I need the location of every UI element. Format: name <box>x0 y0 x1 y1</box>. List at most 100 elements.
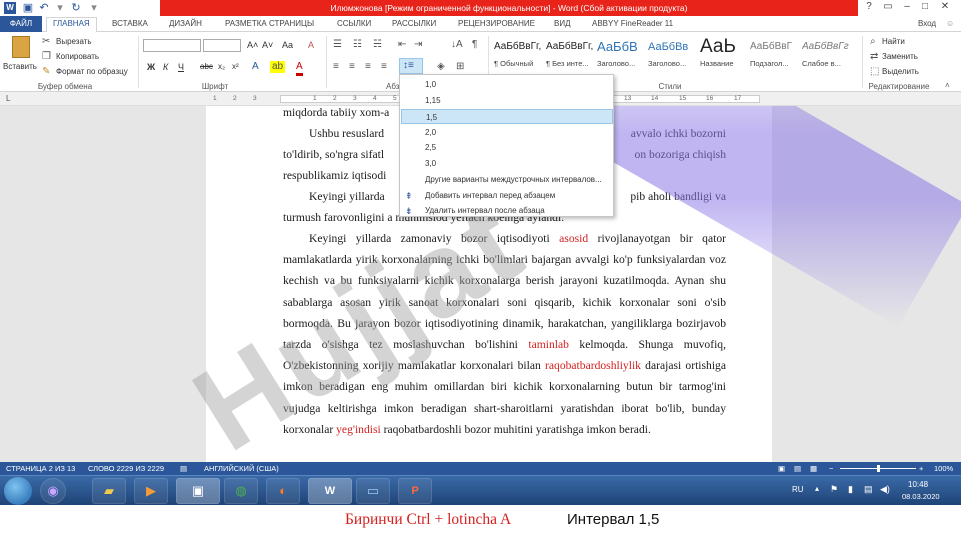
customize-qat-icon[interactable]: ▾ <box>88 2 100 14</box>
tab-home[interactable]: ГЛАВНАЯ <box>46 17 97 33</box>
add-space-before[interactable]: ⇞ Добавить интервал перед абзацем <box>401 188 613 203</box>
taskbar-save[interactable]: ▣ <box>176 478 220 504</box>
spacing-option-2-5[interactable]: 2,5 <box>401 140 613 155</box>
font-size-combo[interactable] <box>203 39 241 52</box>
ribbon-display-icon[interactable]: ▭ <box>881 1 895 12</box>
align-right-icon[interactable]: ≡ <box>365 61 371 73</box>
save-icon[interactable]: ▣ <box>22 2 34 14</box>
subscript-button[interactable]: x₂ <box>218 62 225 71</box>
taskbar-explorer[interactable]: ▰ <box>92 478 126 504</box>
zoom-out-button[interactable]: − <box>829 462 833 475</box>
tray-volume-icon[interactable]: ◀) <box>880 484 890 495</box>
spacing-option-3-0[interactable]: 3,0 <box>401 156 613 171</box>
tab-selector-icon[interactable]: L <box>6 93 10 105</box>
zoom-slider-thumb[interactable] <box>877 465 880 472</box>
taskbar-word[interactable]: W <box>308 478 352 504</box>
remove-space-after[interactable]: ⇟ Удалить интервал после абзаца <box>401 203 613 218</box>
sort-icon[interactable]: ↓A <box>451 39 463 51</box>
clock-time[interactable]: 10:48 <box>908 480 928 489</box>
style-subtle-emphasis[interactable]: АаБбВвГг Слабое в... <box>802 35 852 75</box>
borders-icon[interactable]: ⊞ <box>456 61 464 73</box>
style-title[interactable]: АаЬ Название <box>700 35 750 75</box>
more-spacing-options[interactable]: Другие варианты междустрочных интервалов… <box>401 172 613 187</box>
collapse-ribbon-icon[interactable]: ˄ <box>945 80 950 92</box>
spacing-option-1-15[interactable]: 1,15 <box>401 93 613 108</box>
tab-abbyy[interactable]: ABBYY FineReader 11 <box>592 18 673 32</box>
numbering-icon[interactable]: ☷ <box>353 39 362 51</box>
tray-battery-icon[interactable]: ▮ <box>848 484 853 495</box>
line-spacing-button[interactable]: ↕≡ <box>399 58 423 74</box>
grow-font-button[interactable]: A˄ <box>247 40 258 50</box>
minimize-icon[interactable]: – <box>900 1 914 12</box>
spacing-option-1-5[interactable]: 1,5 <box>401 109 613 124</box>
tab-design[interactable]: ДИЗАЙН <box>169 18 202 32</box>
increase-indent-icon[interactable]: ⇥ <box>414 39 422 51</box>
tab-mailings[interactable]: РАССЫЛКИ <box>392 18 436 32</box>
bold-button[interactable]: Ж <box>147 62 155 72</box>
taskbar-chrome[interactable]: ◍ <box>224 478 258 504</box>
tab-layout[interactable]: РАЗМЕТКА СТРАНИЦЫ <box>225 18 314 32</box>
proofing-icon[interactable]: ▤ <box>180 462 187 475</box>
taskbar-media[interactable]: ▶ <box>134 478 168 504</box>
read-mode-icon[interactable]: ▣ <box>778 462 785 475</box>
taskbar-firefox[interactable]: ◐ <box>266 478 300 504</box>
tab-file[interactable]: ФАЙЛ <box>0 16 42 32</box>
spacing-option-2-0[interactable]: 2,0 <box>401 125 613 140</box>
style-normal[interactable]: АаБбВвГг, ¶ Обычный <box>494 35 544 75</box>
strikethrough-button[interactable]: abc <box>200 62 213 71</box>
decrease-indent-icon[interactable]: ⇤ <box>398 39 406 51</box>
sign-in-link[interactable]: Вход <box>918 18 936 32</box>
print-layout-icon[interactable]: ▤ <box>794 462 801 475</box>
close-icon[interactable]: ✕ <box>938 1 952 12</box>
replace-button[interactable]: Заменить <box>882 52 918 61</box>
start-button[interactable] <box>4 477 32 505</box>
shrink-font-button[interactable]: A˅ <box>262 40 273 50</box>
tray-network-icon[interactable]: ▤ <box>864 484 873 495</box>
word-count[interactable]: СЛОВО 2229 ИЗ 2229 <box>88 462 164 475</box>
underline-button[interactable]: Ч <box>178 62 184 72</box>
style-no-spacing[interactable]: АаБбВвГг, ¶ Без инте... <box>546 35 596 75</box>
align-left-icon[interactable]: ≡ <box>333 61 339 73</box>
tab-review[interactable]: РЕЦЕНЗИРОВАНИЕ <box>458 18 535 32</box>
font-color-icon[interactable]: A <box>296 61 303 76</box>
select-button[interactable]: Выделить <box>882 67 919 76</box>
pilcrow-icon[interactable]: ¶ <box>472 39 477 51</box>
undo-icon[interactable]: ↶ <box>38 2 50 14</box>
taskbar-app[interactable]: ▭ <box>356 478 390 504</box>
undo-dropdown-icon[interactable]: ▾ <box>54 2 66 14</box>
bullets-icon[interactable]: ☰ <box>333 39 342 51</box>
format-painter-button[interactable]: Формат по образцу <box>56 67 128 76</box>
help-button[interactable]: ? <box>862 1 876 12</box>
cut-button[interactable]: Вырезать <box>56 37 92 46</box>
find-button[interactable]: Найти <box>882 37 905 46</box>
tab-view[interactable]: ВИД <box>554 18 571 32</box>
input-language[interactable]: RU <box>792 485 804 494</box>
copy-button[interactable]: Копировать <box>56 52 99 61</box>
spacing-option-1-0[interactable]: 1,0 <box>401 77 613 92</box>
paste-button[interactable]: Вставить <box>3 36 37 76</box>
language[interactable]: АНГЛИЙСКИЙ (США) <box>204 462 279 475</box>
zoom-level[interactable]: 100% <box>934 462 953 475</box>
style-subtitle[interactable]: АаБбВвГ Подзагол... <box>750 35 800 75</box>
tray-flag-icon[interactable]: ⚑ <box>830 484 838 495</box>
tab-insert[interactable]: ВСТАВКА <box>112 18 148 32</box>
clock-date[interactable]: 08.03.2020 <box>902 492 940 501</box>
tab-references[interactable]: ССЫЛКИ <box>337 18 371 32</box>
taskbar-powerpoint[interactable]: P <box>398 478 432 504</box>
highlight-icon[interactable]: ab <box>270 61 286 73</box>
change-case-button[interactable]: Aa <box>282 40 293 50</box>
clear-format-button[interactable]: A <box>308 40 314 50</box>
tray-arrow-icon[interactable]: ▴ <box>815 484 819 493</box>
align-center-icon[interactable]: ≡ <box>349 61 355 73</box>
font-name-combo[interactable] <box>143 39 201 52</box>
text-effects-icon[interactable]: A <box>252 61 259 73</box>
style-heading2[interactable]: АаБбВв Заголово... <box>648 35 698 75</box>
account-icon[interactable]: ☺ <box>946 18 954 32</box>
maximize-icon[interactable]: □ <box>918 1 932 12</box>
style-heading1[interactable]: АаБбВ Заголово... <box>597 35 647 75</box>
shading-icon[interactable]: ◈ <box>437 61 445 73</box>
page-count[interactable]: СТРАНИЦА 2 ИЗ 13 <box>6 462 75 475</box>
web-layout-icon[interactable]: ▦ <box>810 462 817 475</box>
zoom-in-button[interactable]: + <box>919 462 923 475</box>
redo-icon[interactable]: ↻ <box>70 2 82 14</box>
